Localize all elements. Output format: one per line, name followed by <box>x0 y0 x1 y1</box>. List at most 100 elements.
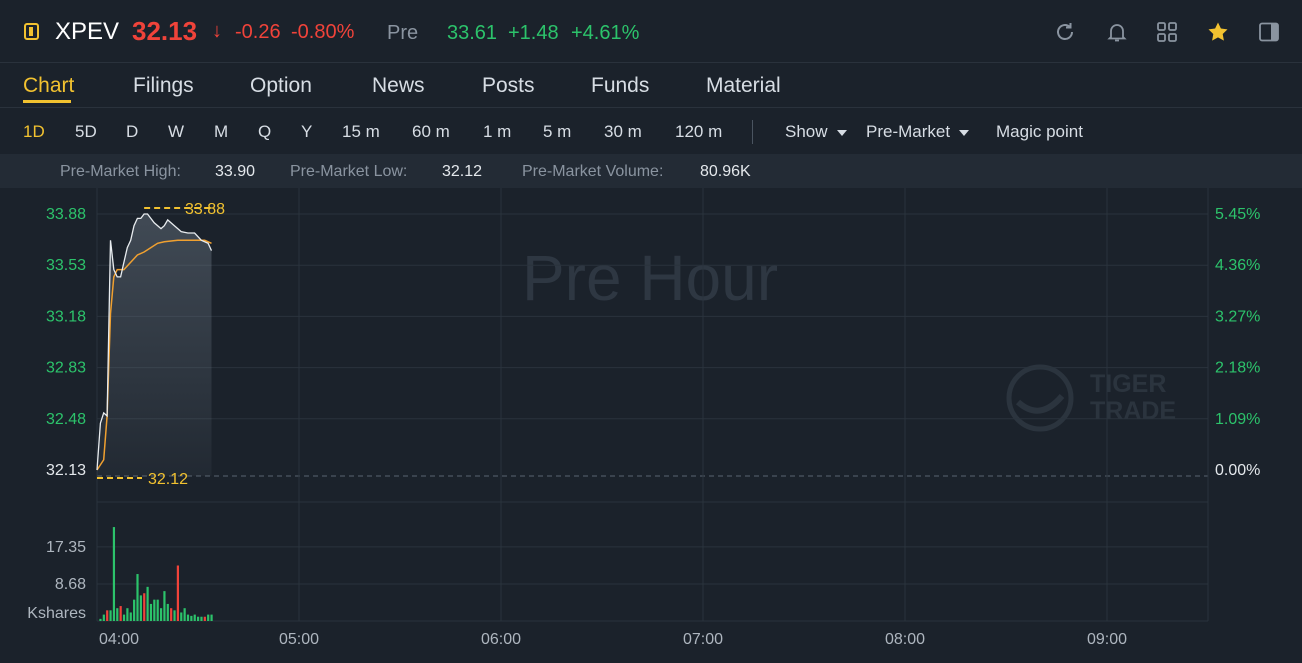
volume-bar <box>186 614 190 621</box>
sidebar-toggle-icon[interactable] <box>1257 20 1281 44</box>
volume-bar <box>173 610 176 621</box>
y-tick-label: 33.88 <box>46 206 86 223</box>
volume-bar <box>106 610 109 621</box>
premarket-volume-label: Pre-Market Volume: <box>522 163 664 180</box>
volume-bar <box>139 595 142 621</box>
volume-bar <box>203 616 206 621</box>
show-dropdown[interactable]: Show <box>785 122 847 142</box>
volume-bar <box>183 608 186 621</box>
tab-material[interactable]: Material <box>706 74 781 98</box>
x-tick-label: 04:00 <box>99 631 139 648</box>
period-15m[interactable]: 15 m <box>342 122 380 142</box>
session-dropdown[interactable]: Pre-Market <box>866 122 970 142</box>
volume-bar <box>156 599 159 621</box>
volume-bar <box>122 614 126 621</box>
volume-bar <box>197 616 200 621</box>
tab-filings[interactable]: Filings <box>133 74 194 98</box>
premarket-stats: Pre-Market High: 33.90 Pre-Market Low: 3… <box>0 154 1302 188</box>
tab-chart[interactable]: Chart <box>23 74 74 98</box>
pct-tick-label: 2.18% <box>1215 360 1260 377</box>
premarket-low-value: 32.12 <box>442 163 483 180</box>
volume-bar <box>176 565 179 621</box>
quote-header: XPEV 32.13 ↓ -0.26 -0.80% Pre 33.61 +1.4… <box>0 0 1302 63</box>
period-120m[interactable]: 120 m <box>675 122 722 142</box>
grid-icon[interactable] <box>1155 20 1179 44</box>
refresh-icon[interactable] <box>1053 20 1077 44</box>
volume-bar <box>116 608 119 621</box>
period-60m[interactable]: 60 m <box>412 122 450 142</box>
volume-bar <box>163 591 166 621</box>
y-tick-label: 33.18 <box>46 308 86 325</box>
period-toolbar: 1D 5D D W M Q Y 15 m 60 m 1 m 5 m 30 m 1… <box>0 108 1302 153</box>
stock-badge-icon <box>24 23 39 40</box>
volume-bar <box>143 593 146 621</box>
low-marker-label: 32.12 <box>148 471 188 488</box>
y-tick-label: 32.13 <box>46 462 86 479</box>
tab-news[interactable]: News <box>372 74 425 98</box>
star-icon[interactable] <box>1206 20 1230 44</box>
period-5d[interactable]: 5D <box>75 122 97 142</box>
premarket-low-label: Pre-Market Low: <box>290 163 408 180</box>
period-1d[interactable]: 1D <box>23 122 45 142</box>
pct-tick-label: 1.09% <box>1215 411 1260 428</box>
intraday-chart[interactable]: Pre Hour TIGER TRADE 33.88 32.12 33.88 5.4… <box>0 188 1302 663</box>
last-price: 32.13 <box>132 16 198 46</box>
period-q[interactable]: Q <box>258 122 271 142</box>
tiger-trade-logo: TIGER TRADE <box>1006 364 1176 432</box>
premarket-high-label: Pre-Market High: <box>60 163 181 180</box>
volume-bar <box>133 599 136 621</box>
tab-posts[interactable]: Posts <box>482 74 535 98</box>
tab-funds[interactable]: Funds <box>591 74 649 98</box>
period-d[interactable]: D <box>126 122 138 142</box>
y-tick-label: 32.83 <box>46 360 86 377</box>
volume-bar <box>166 603 169 621</box>
pre-hour-watermark: Pre Hour <box>522 242 778 314</box>
volume-bar <box>102 614 105 621</box>
period-w[interactable]: W <box>168 122 184 142</box>
volume-tick-label: 8.68 <box>55 576 86 593</box>
y-tick-label: 33.53 <box>46 257 86 274</box>
x-tick-label: 05:00 <box>279 631 319 648</box>
period-y[interactable]: Y <box>301 122 312 142</box>
magic-point-button[interactable]: Magic point <box>996 122 1083 142</box>
price-change: -0.26 <box>235 21 281 43</box>
period-1m[interactable]: 1 m <box>483 122 511 142</box>
high-marker-label: 33.88 <box>185 201 225 218</box>
premarket-volume-value: 80.96K <box>700 163 751 180</box>
active-tab-indicator <box>23 100 71 103</box>
bell-icon[interactable] <box>1105 20 1129 44</box>
x-tick-label: 09:00 <box>1087 631 1127 648</box>
x-tick-label: 08:00 <box>885 631 925 648</box>
x-tick-label: 07:00 <box>683 631 723 648</box>
down-arrow-icon: ↓ <box>212 20 222 42</box>
show-dropdown-label: Show <box>785 122 828 141</box>
pct-tick-label: 4.36% <box>1215 257 1260 274</box>
premarket-change: +1.48 <box>508 22 559 44</box>
volume-bar <box>153 599 156 621</box>
y-tick-label: 32.48 <box>46 411 86 428</box>
volume-bar <box>112 527 116 621</box>
x-tick-label: 06:00 <box>481 631 521 648</box>
period-5m[interactable]: 5 m <box>543 122 571 142</box>
volume-bar <box>180 612 183 621</box>
volume-bar <box>129 612 132 621</box>
tab-bar: Chart Filings Option News Posts Funds Ma… <box>0 63 1302 108</box>
volume-bar <box>207 614 210 621</box>
volume-bar <box>149 603 153 621</box>
volume-bar <box>146 586 149 621</box>
tab-option[interactable]: Option <box>250 74 312 98</box>
volume-bar <box>109 610 112 621</box>
volume-bar <box>200 616 203 621</box>
volume-bar <box>119 606 122 621</box>
volume-tick-label: 17.35 <box>46 539 86 556</box>
volume-unit-label: Kshares <box>27 605 86 622</box>
session-dropdown-label: Pre-Market <box>866 122 951 141</box>
volume-bar <box>193 614 196 621</box>
period-30m[interactable]: 30 m <box>604 122 642 142</box>
volume-bar <box>159 608 163 621</box>
ticker-symbol: XPEV <box>55 18 120 45</box>
tiger-logo-stripe <box>1015 393 1065 414</box>
period-m[interactable]: M <box>214 122 228 142</box>
logo-text-tiger: TIGER <box>1090 370 1166 398</box>
premarket-price: 33.61 <box>447 22 498 44</box>
